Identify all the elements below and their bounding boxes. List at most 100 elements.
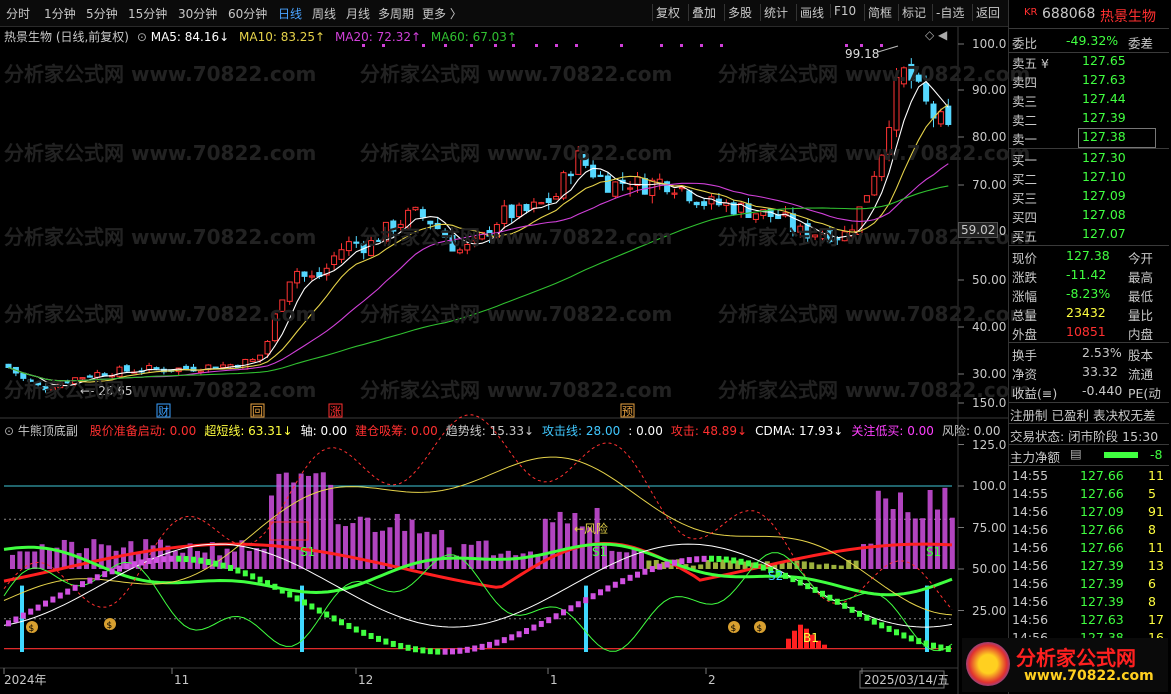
period-tab-2[interactable]: 5分钟 [86,5,118,22]
stat-right-3: 量比 [1128,308,1154,323]
signal-step [827,594,833,601]
divider [1009,342,1169,343]
candle-body [345,241,352,252]
chart-options-icon[interactable]: ◇ ◀ [925,28,947,42]
indicator-value-7: 攻击: 48.89↓ [670,424,748,438]
indicator-bar [824,563,829,569]
toolbar-button-5[interactable]: F10 [830,4,859,18]
bid-price-3: 127.08 [1082,207,1126,222]
signal-step [590,593,596,600]
trade-time-7: 14:56 [1012,594,1049,609]
toolbar-button-1[interactable]: 叠加 [688,4,719,21]
indicator-bar [491,555,496,569]
toolbar-button-3[interactable]: 统计 [760,4,791,21]
signal-dot [720,44,723,47]
candle-body [331,255,338,266]
signal-step [228,564,233,571]
stat-label-4: 外盘 [1012,327,1038,342]
event-marker[interactable]: 财 [158,404,169,418]
stat2-right-0: 股本 [1128,348,1154,363]
indicator-value-2: 轴: 0.00 [300,424,348,438]
toolbar-button-9[interactable]: 返回 [972,4,1003,21]
signal-dot [845,44,848,47]
indicator-axis-tick: 25.00 [972,603,1007,618]
event-marker[interactable]: 预 [622,405,633,418]
ask-label-0: 卖五 ¥ [1012,56,1049,71]
x-axis-label: 12 [358,673,373,687]
signal-step [657,563,663,570]
stat2-right-1: 流通 [1128,367,1154,382]
signal-step [672,559,677,566]
indicator-bar [276,473,282,569]
indicator-bar [343,526,348,569]
event-marker[interactable]: 涨 [330,405,341,418]
stock-name: 热景生物 [1100,9,1156,25]
signal-step [316,607,322,614]
signal-step [524,628,529,635]
indicator-bar [565,523,570,569]
period-tab-5[interactable]: 60分钟 [228,5,267,22]
signal-step [805,583,811,590]
period-tab-7[interactable]: 周线 [312,5,336,22]
toolbar-button-2[interactable]: 多股 [724,4,755,21]
period-tab-4[interactable]: 30分钟 [178,5,217,22]
signal-step [664,561,670,568]
period-tab-0[interactable]: 分时 [6,5,30,22]
toolbar-button-4[interactable]: 画线 [796,4,827,21]
watermark: 分析家公式网 www.70822.com [4,378,317,402]
net-inflow-icon[interactable]: ▤ [1070,446,1082,461]
stat-right-4: 内盘 [1128,327,1154,342]
indicator-bar [461,544,467,569]
stat2-label-0: 换手 [1012,348,1038,363]
signal-step [923,640,929,647]
signal-step [605,585,611,592]
indicator-axis-tick: 100.0 [972,479,1007,493]
period-tab-6[interactable]: 日线 [278,5,302,22]
indicator-value-6: : 0.00 [628,424,663,438]
trade-volume-3: 8 [1148,522,1156,537]
toolbar-button-6[interactable]: 简框 [864,4,895,21]
candle-body [308,275,315,278]
period-tab-8[interactable]: 月线 [346,5,370,22]
signal-step [139,559,145,566]
event-marker[interactable]: 回 [252,405,263,418]
candle-body [257,354,264,361]
signal-step [176,555,182,562]
signal-step [242,570,248,577]
candle-body [538,202,545,205]
candle-body [553,195,560,200]
indicator-bar [883,498,889,569]
indicator-bar [624,552,630,569]
signal-step [442,648,448,655]
signal-step [746,560,751,567]
toolbar-button-7[interactable]: 标记 [898,4,929,21]
ma20-line [8,163,949,382]
signal-step [538,620,544,627]
indicator-title: 牛熊顶底副 [17,424,78,438]
period-tab-10[interactable]: 更多 〉 [422,5,462,22]
indicator-bar [246,550,252,569]
trade-price-7: 127.39 [1080,594,1124,609]
indicator-settings-icon[interactable]: ⊙ [4,424,14,438]
bid-price-1: 127.10 [1082,169,1126,184]
signal-step [161,556,167,563]
toolbar-button-8[interactable]: -自选 [932,4,967,21]
signal-step [102,571,108,578]
indicator-axis-tick: 75.00 [972,520,1007,535]
candle-body [338,249,345,260]
toolbar-button-0[interactable]: 复权 [652,4,683,21]
period-tab-9[interactable]: 多周期 [378,5,414,22]
candle-body [545,198,552,203]
x-axis-label: 2025/03/14/五 [864,673,949,687]
period-tab-3[interactable]: 15分钟 [128,5,167,22]
signal-step [783,572,788,579]
kline-chart-area[interactable]: 99.18←- 26.65财回涨预←风险S1S1S2S1B1$ $ $ $2024年 1… [0,0,1008,694]
period-tab-1[interactable]: 1分钟 [44,5,76,22]
ma5-label: MA5: 84.16↓ [150,30,230,44]
signal-step [168,555,174,562]
ma10-label: MA10: 83.25↑ [239,30,326,44]
wc-label: 委差 [1128,36,1154,51]
settings-icon[interactable]: ⊙ [137,30,147,44]
trade-time-4: 14:56 [1012,540,1049,555]
watermark: 分析家公式网 www.70822.com [4,225,317,249]
